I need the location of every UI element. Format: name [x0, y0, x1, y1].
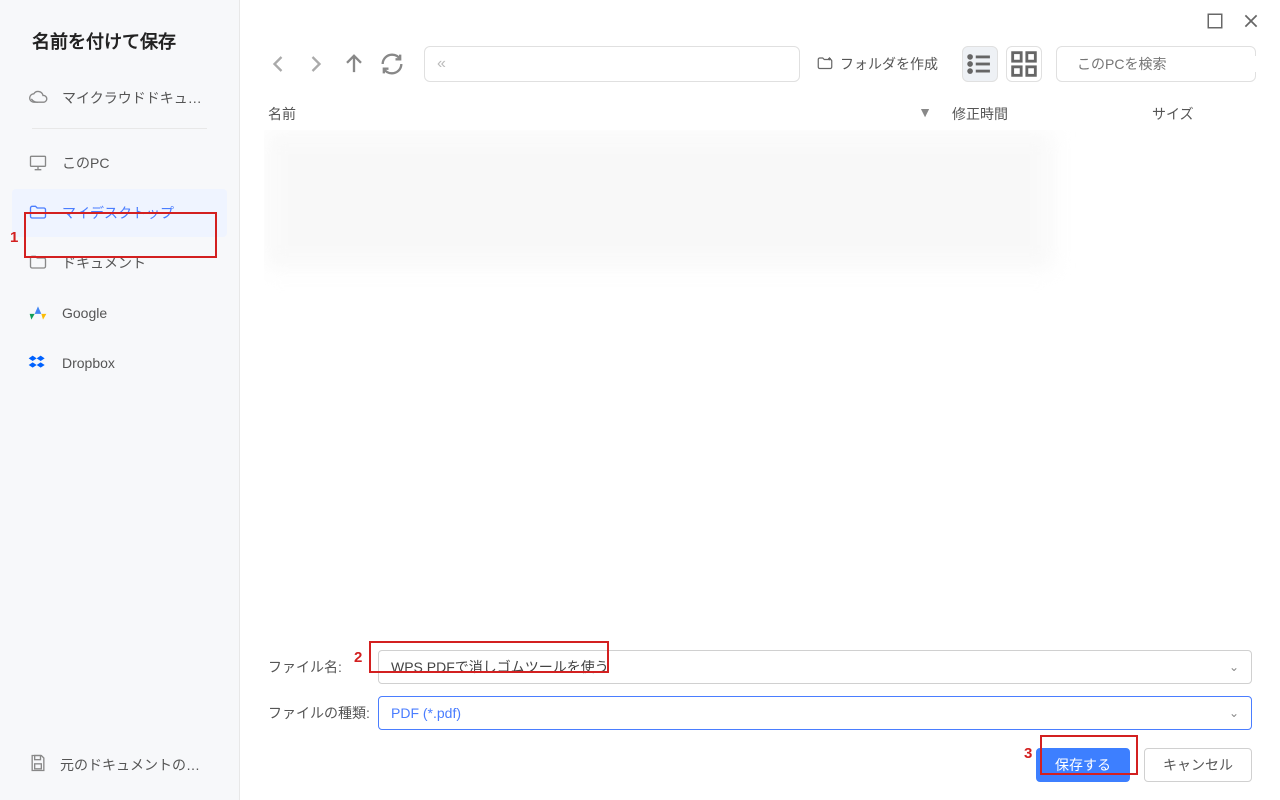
sidebar-item-label: Dropbox	[62, 355, 115, 371]
dropbox-icon	[28, 353, 48, 373]
forward-button[interactable]	[302, 50, 330, 78]
col-modified[interactable]: 修正時間	[952, 104, 1152, 124]
sidebar-item-cloud[interactable]: マイクラウドドキュ…	[12, 74, 227, 122]
search-input[interactable]	[1077, 56, 1258, 72]
filename-input[interactable]: WPS PDFで消しゴムツールを使う ⌄	[378, 650, 1252, 684]
sidebar-item-label: Google	[62, 305, 107, 321]
sidebar-item-label: マイデスクトップ	[62, 203, 174, 223]
sidebar-item-label: ドキュメント	[62, 253, 146, 273]
save-button[interactable]: 保存する	[1036, 748, 1130, 782]
sort-desc-icon: ▼	[918, 104, 932, 124]
sidebar-footer-label: 元のドキュメントの…	[60, 755, 200, 775]
create-folder-label: フォルダを作成	[840, 54, 938, 74]
create-folder-button[interactable]: フォルダを作成	[810, 48, 944, 80]
annotation-1: 1	[10, 229, 18, 246]
sidebar-footer-original[interactable]: 元のドキュメントの…	[28, 753, 211, 776]
back-button[interactable]	[264, 50, 292, 78]
cancel-button[interactable]: キャンセル	[1144, 748, 1252, 782]
chevron-down-icon: ⌄	[1229, 660, 1239, 674]
sidebar-item-desktop[interactable]: マイデスクトップ	[12, 189, 227, 237]
annotation-2: 2	[354, 649, 362, 666]
col-name[interactable]: 名前 ▼	[268, 104, 952, 124]
sidebar-item-label: このPC	[62, 153, 109, 173]
column-headers: 名前 ▼ 修正時間 サイズ	[240, 90, 1280, 130]
sidebar-item-documents[interactable]: ドキュメント	[12, 239, 227, 287]
main-panel: « フォルダを作成 名前 ▼ 修正時間 サイズ	[240, 0, 1280, 800]
file-list	[264, 130, 1256, 632]
chevron-down-icon: ⌄	[1229, 706, 1239, 720]
search-bar[interactable]	[1056, 46, 1256, 82]
col-size[interactable]: サイズ	[1152, 104, 1252, 124]
sidebar-item-dropbox[interactable]: Dropbox	[12, 339, 227, 387]
sidebar-item-label: マイクラウドドキュ…	[62, 88, 202, 108]
cloud-icon	[28, 88, 48, 108]
close-button[interactable]	[1242, 12, 1260, 30]
divider	[32, 128, 207, 129]
save-icon	[28, 753, 48, 776]
blurred-content	[264, 130, 1054, 270]
folder-icon	[28, 203, 48, 223]
sidebar: 名前を付けて保存 マイクラウドドキュ… このPC マイデスクトップ ドキュメント	[0, 0, 240, 800]
sidebar-item-google[interactable]: Google	[12, 289, 227, 337]
refresh-button[interactable]	[378, 50, 406, 78]
folder-icon	[28, 253, 48, 273]
path-bar[interactable]: «	[424, 46, 800, 82]
annotation-3: 3	[1024, 745, 1032, 762]
up-button[interactable]	[340, 50, 368, 78]
monitor-icon	[28, 153, 48, 173]
filetype-label: ファイルの種類:	[268, 703, 378, 723]
dialog-title: 名前を付けて保存	[0, 0, 239, 74]
google-drive-icon	[28, 303, 48, 323]
maximize-button[interactable]	[1206, 12, 1224, 30]
grid-view-button[interactable]	[1006, 46, 1042, 82]
list-view-button[interactable]	[962, 46, 998, 82]
new-folder-icon	[816, 55, 834, 73]
filetype-select[interactable]: PDF (*.pdf) ⌄	[378, 696, 1252, 730]
sidebar-item-thispc[interactable]: このPC	[12, 139, 227, 187]
